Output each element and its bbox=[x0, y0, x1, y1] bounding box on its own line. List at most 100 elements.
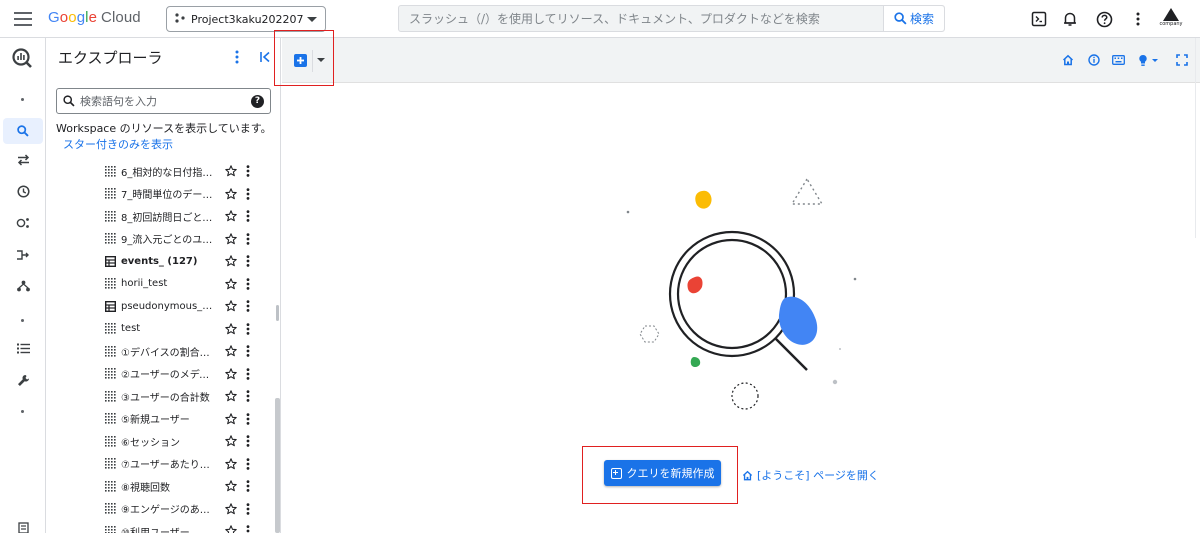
tree-row[interactable]: ③ユーザーの合計数 bbox=[105, 386, 267, 406]
nav-dataform-tree-icon[interactable] bbox=[13, 276, 33, 296]
row-more-vert-icon[interactable] bbox=[244, 232, 252, 246]
home-icon[interactable] bbox=[1061, 53, 1075, 67]
tree-row[interactable]: 8_初回訪問日ごとの... bbox=[105, 206, 267, 226]
nav-release-notes-icon[interactable] bbox=[13, 518, 33, 533]
fullscreen-icon[interactable] bbox=[1175, 53, 1189, 67]
nav-wrench-icon[interactable] bbox=[13, 370, 33, 390]
search-help-icon[interactable]: ? bbox=[251, 94, 264, 108]
nav-history-clock-icon[interactable] bbox=[13, 181, 33, 201]
row-more-vert-icon[interactable] bbox=[244, 524, 252, 533]
scrollbar-thumb[interactable] bbox=[275, 398, 280, 533]
saved-query-icon bbox=[105, 233, 116, 244]
tree-row[interactable]: ②ユーザーのメディ... bbox=[105, 364, 267, 384]
row-more-vert-icon[interactable] bbox=[244, 187, 252, 201]
tree-row[interactable]: 7_時間単位のデータ... bbox=[105, 184, 267, 204]
row-more-vert-icon[interactable] bbox=[244, 322, 252, 336]
row-more-vert-icon[interactable] bbox=[244, 344, 252, 358]
star-icon[interactable] bbox=[224, 479, 238, 493]
nav-dataflow-icon[interactable] bbox=[13, 245, 33, 265]
saved-query-icon bbox=[105, 323, 116, 334]
menu-icon[interactable] bbox=[14, 12, 32, 26]
saved-query-icon bbox=[105, 345, 116, 357]
nav-analytics-hub-icon[interactable] bbox=[13, 213, 33, 233]
saved-query-icon bbox=[105, 368, 116, 379]
info-icon[interactable] bbox=[1087, 53, 1101, 67]
open-welcome-page-link[interactable]: [ようこそ] ページを開く bbox=[742, 467, 879, 483]
notifications-bell-icon[interactable] bbox=[1061, 10, 1079, 28]
tree-row[interactable]: 6_相対的な日付指定... bbox=[105, 161, 267, 181]
collapse-panel-icon[interactable] bbox=[257, 49, 273, 65]
star-icon[interactable] bbox=[224, 232, 238, 246]
global-search-input[interactable] bbox=[399, 6, 883, 31]
cloud-shell-icon[interactable] bbox=[1030, 10, 1048, 28]
star-icon[interactable] bbox=[224, 502, 238, 516]
row-more-vert-icon[interactable] bbox=[244, 502, 252, 516]
tree-row[interactable]: horii_test bbox=[105, 274, 267, 294]
row-more-vert-icon[interactable] bbox=[244, 367, 252, 381]
google-cloud-logo[interactable]: Google Cloud bbox=[48, 9, 141, 26]
star-icon[interactable] bbox=[224, 434, 238, 448]
tree-row-label: 8_初回訪問日ごとの... bbox=[121, 212, 218, 224]
star-icon[interactable] bbox=[224, 277, 238, 291]
star-icon[interactable] bbox=[224, 389, 238, 403]
tree-row[interactable]: ①デバイスの割合を... bbox=[105, 341, 267, 361]
scrollbar-grip[interactable] bbox=[276, 305, 279, 321]
bigquery-logo-icon[interactable] bbox=[10, 46, 34, 70]
nav-search-icon[interactable] bbox=[3, 118, 43, 144]
star-icon[interactable] bbox=[224, 299, 238, 313]
row-more-vert-icon[interactable] bbox=[244, 299, 252, 313]
star-icon[interactable] bbox=[224, 457, 238, 471]
home-icon bbox=[742, 470, 753, 480]
star-icon[interactable] bbox=[224, 524, 238, 533]
star-icon[interactable] bbox=[224, 412, 238, 426]
explorer-search-input[interactable] bbox=[80, 94, 251, 108]
star-icon[interactable] bbox=[224, 187, 238, 201]
tree-row[interactable]: events_ (127) bbox=[105, 251, 267, 271]
tree-row[interactable]: ⑥セッション bbox=[105, 431, 267, 451]
new-tab-dropdown-caret-icon[interactable] bbox=[317, 58, 325, 62]
row-more-vert-icon[interactable] bbox=[244, 209, 252, 223]
nav-list-icon[interactable] bbox=[13, 338, 33, 358]
row-more-vert-icon[interactable] bbox=[244, 254, 252, 268]
tips-lightbulb-icon[interactable] bbox=[1137, 53, 1161, 67]
tree-row-label: ⑤新規ユーザー bbox=[121, 415, 190, 426]
tree-row[interactable]: pseudonymous_user... bbox=[105, 296, 267, 316]
star-icon[interactable] bbox=[224, 209, 238, 223]
help-icon[interactable] bbox=[1095, 10, 1113, 28]
table-icon bbox=[105, 300, 116, 312]
magnifier-illustration bbox=[626, 177, 857, 410]
star-icon[interactable] bbox=[224, 367, 238, 381]
plus-box-icon bbox=[610, 467, 622, 479]
tree-row[interactable]: ⑦ユーザーあたりの... bbox=[105, 454, 267, 474]
star-icon[interactable] bbox=[224, 254, 238, 268]
row-more-vert-icon[interactable] bbox=[244, 389, 252, 403]
create-new-query-button[interactable]: クエリを新規作成 bbox=[604, 460, 721, 486]
row-more-vert-icon[interactable] bbox=[244, 412, 252, 426]
new-query-tab-plus-icon[interactable] bbox=[294, 54, 307, 67]
tree-row[interactable]: ⑤新規ユーザー bbox=[105, 409, 267, 429]
row-more-vert-icon[interactable] bbox=[244, 164, 252, 178]
tree-row[interactable]: ⑧視聴回数 bbox=[105, 476, 267, 496]
global-search: 検索 bbox=[398, 5, 945, 32]
row-more-vert-icon[interactable] bbox=[244, 434, 252, 448]
row-more-vert-icon[interactable] bbox=[244, 277, 252, 291]
explorer-scrollbar[interactable] bbox=[273, 161, 281, 533]
tree-row[interactable]: test bbox=[105, 319, 267, 339]
project-selector[interactable]: Project3kaku202207 bbox=[166, 6, 326, 32]
project-dots-icon bbox=[175, 12, 185, 26]
show-starred-only-link[interactable]: スター付きのみを表示 bbox=[63, 136, 173, 152]
keyboard-icon[interactable] bbox=[1111, 53, 1125, 67]
star-icon[interactable] bbox=[224, 164, 238, 178]
nav-transfers-icon[interactable] bbox=[13, 150, 33, 170]
tree-row[interactable]: ⑩利用ユーザー bbox=[105, 521, 267, 533]
row-more-vert-icon[interactable] bbox=[244, 457, 252, 471]
tree-row[interactable]: ⑨エンゲージのあっ... bbox=[105, 499, 267, 519]
tree-row[interactable]: 9_流入元ごとのユー... bbox=[105, 229, 267, 249]
star-icon[interactable] bbox=[224, 322, 238, 336]
more-vert-icon[interactable] bbox=[1129, 10, 1147, 28]
star-icon[interactable] bbox=[224, 344, 238, 358]
explorer-more-vert-icon[interactable] bbox=[230, 49, 244, 65]
row-more-vert-icon[interactable] bbox=[244, 479, 252, 493]
search-button[interactable]: 検索 bbox=[883, 6, 944, 31]
account-avatar[interactable]: company bbox=[1158, 6, 1184, 34]
